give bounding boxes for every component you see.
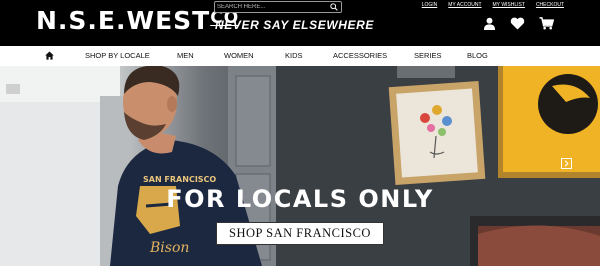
site-header: N.S.E.WESTCO NEVER SAY ELSEWHERE LOGIN M… (0, 0, 600, 46)
hero-banner[interactable]: SAN FRANCISCO Bison FOR LOCALS ONLY SHOP… (0, 66, 600, 266)
user-icon[interactable] (483, 17, 496, 30)
carousel-next-button[interactable] (561, 158, 572, 169)
search-input[interactable] (217, 2, 325, 12)
tagline: NEVER SAY ELSEWHERE (215, 18, 374, 32)
my-account-link[interactable]: MY ACCOUNT (448, 2, 481, 8)
nav-item-shop-by-locale[interactable]: SHOP BY LOCALE (85, 46, 150, 66)
nav-item-women[interactable]: WOMEN (224, 46, 254, 66)
site-logo[interactable]: N.S.E.WESTCO (36, 7, 239, 38)
yellow-poster (498, 66, 600, 178)
nav-item-blog[interactable]: BLOG (467, 46, 488, 66)
chevron-right-icon (564, 160, 569, 167)
search-box (214, 1, 342, 13)
nav-item-series[interactable]: SERIES (414, 46, 442, 66)
nav-item-men[interactable]: MEN (177, 46, 194, 66)
shop-san-francisco-button[interactable]: SHOP SAN FRANCISCO (216, 222, 384, 245)
header-icons (483, 17, 554, 30)
cart-icon[interactable] (539, 17, 554, 30)
hero-headline: FOR LOCALS ONLY (166, 185, 434, 213)
checkout-link[interactable]: CHECKOUT (536, 2, 564, 8)
svg-text:Bison: Bison (149, 240, 189, 256)
logo-main-text: N.S.E.WEST (36, 6, 211, 35)
nav-item-kids[interactable]: KIDS (285, 46, 303, 66)
main-nav: SHOP BY LOCALE MEN WOMEN KIDS ACCESSORIE… (0, 46, 600, 66)
nav-item-accessories[interactable]: ACCESSORIES (333, 46, 387, 66)
search-icon[interactable] (330, 3, 338, 11)
framed-artwork (388, 80, 486, 186)
login-link[interactable]: LOGIN (422, 2, 438, 8)
home-icon[interactable] (45, 51, 54, 60)
account-links: LOGIN MY ACCOUNT MY WISHLIST CHECKOUT (422, 2, 564, 8)
my-wishlist-link[interactable]: MY WISHLIST (493, 2, 525, 8)
svg-text:SAN FRANCISCO: SAN FRANCISCO (143, 175, 216, 184)
heart-icon[interactable] (510, 17, 525, 30)
